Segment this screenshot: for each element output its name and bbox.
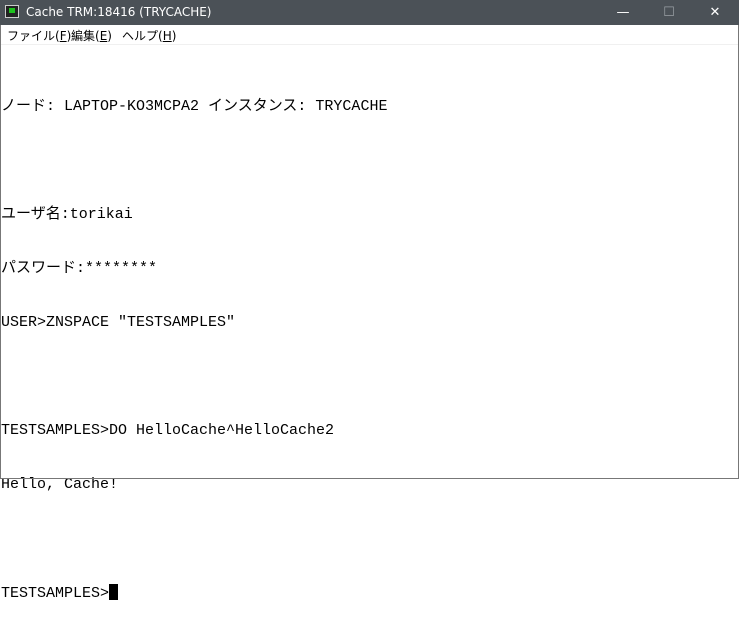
terminal-line: USER>ZNSPACE "TESTSAMPLES" — [1, 314, 236, 331]
terminal-line: ユーザ名:torikai — [1, 206, 133, 223]
menu-edit-label: 編集( — [71, 29, 100, 43]
text-cursor — [109, 584, 119, 600]
menu-file-key: F — [59, 29, 67, 43]
menu-edit-end: ) — [107, 29, 112, 43]
close-button[interactable]: ✕ — [692, 0, 738, 25]
menu-file[interactable]: ファイル(F) — [7, 27, 71, 44]
terminal-line: ノード: LAPTOP-KO3MCPA2 インスタンス: TRYCACHE — [1, 98, 388, 115]
terminal-line: パスワード:******** — [1, 260, 158, 277]
prompt-line[interactable]: TESTSAMPLES> — [1, 584, 739, 602]
menu-bar: ファイル(F) 編集(E) ヘルプ(H) — [0, 25, 739, 45]
menu-help-label: ヘルプ( — [122, 29, 163, 43]
title-bar[interactable]: Cache TRM:18416 (TRYCACHE) — ☐ ✕ — [0, 0, 739, 25]
menu-edit[interactable]: 編集(E) — [71, 27, 112, 44]
terminal-app-icon[interactable] — [5, 5, 19, 18]
minimize-button[interactable]: — — [600, 0, 646, 25]
maximize-button[interactable]: ☐ — [646, 0, 692, 25]
prompt: TESTSAMPLES> — [1, 585, 110, 602]
menu-help-key: H — [162, 29, 172, 43]
terminal-line: TESTSAMPLES>DO HelloCache^HelloCache2 — [1, 422, 335, 439]
window-border-left — [0, 25, 1, 479]
menu-file-label: ファイル( — [7, 29, 60, 43]
menu-help[interactable]: ヘルプ(H) — [122, 27, 176, 44]
terminal-output[interactable]: ノード: LAPTOP-KO3MCPA2 インスタンス: TRYCACHE ユー… — [1, 62, 739, 602]
window-title: Cache TRM:18416 (TRYCACHE) — [26, 5, 212, 19]
menu-help-end: ) — [171, 29, 177, 43]
